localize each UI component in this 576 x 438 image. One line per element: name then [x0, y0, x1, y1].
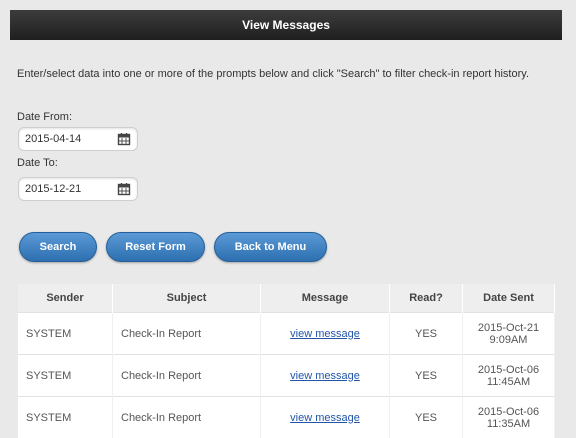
date-to-label: Date To: — [17, 157, 58, 169]
date-sent-date: 2015-Oct-21 — [478, 322, 539, 334]
date-sent-time: 11:35AM — [487, 418, 530, 430]
date-from-field[interactable]: 2015-04-14 — [18, 127, 138, 151]
view-message-link[interactable]: view message — [290, 412, 360, 424]
date-sent-time: 11:45AM — [487, 376, 530, 388]
message-cell: view message — [261, 355, 390, 397]
date-sent-cell: 2015-Oct-0611:45AM — [463, 355, 555, 397]
message-cell: view message — [261, 313, 390, 355]
date-from-label: Date From: — [17, 111, 72, 123]
read-cell: YES — [390, 397, 463, 438]
message-cell: view message — [261, 397, 390, 438]
table-row: SYSTEM Check-In Report view message YES … — [18, 355, 555, 397]
reset-form-button[interactable]: Reset Form — [106, 232, 205, 262]
view-message-link[interactable]: view message — [290, 370, 360, 382]
calendar-icon[interactable] — [117, 182, 131, 196]
column-header-message: Message — [261, 284, 390, 313]
date-sent-cell: 2015-Oct-219:09AM — [463, 313, 555, 355]
page-title: View Messages — [242, 18, 330, 32]
read-cell: YES — [390, 313, 463, 355]
subject-cell: Check-In Report — [113, 397, 261, 438]
column-header-subject: Subject — [113, 284, 261, 313]
table-row: SYSTEM Check-In Report view message YES … — [18, 397, 555, 438]
date-sent-time: 9:09AM — [490, 334, 528, 346]
column-header-date-sent: Date Sent — [463, 284, 555, 313]
table-row: SYSTEM Check-In Report view message YES … — [18, 313, 555, 355]
search-button[interactable]: Search — [19, 232, 97, 262]
column-header-sender: Sender — [18, 284, 113, 313]
subject-cell: Check-In Report — [113, 313, 261, 355]
sender-cell: SYSTEM — [18, 313, 113, 355]
sender-cell: SYSTEM — [18, 397, 113, 438]
read-cell: YES — [390, 355, 463, 397]
page-header: View Messages — [10, 10, 562, 40]
instructions-text: Enter/select data into one or more of th… — [17, 68, 562, 81]
calendar-icon[interactable] — [117, 132, 131, 146]
subject-cell: Check-In Report — [113, 355, 261, 397]
date-to-value: 2015-12-21 — [25, 183, 117, 195]
date-from-value: 2015-04-14 — [25, 133, 117, 145]
back-to-menu-button[interactable]: Back to Menu — [214, 232, 327, 262]
date-sent-date: 2015-Oct-06 — [478, 406, 539, 418]
messages-table: Sender Subject Message Read? Date Sent S… — [18, 284, 555, 438]
column-header-read: Read? — [390, 284, 463, 313]
date-sent-cell: 2015-Oct-0611:35AM — [463, 397, 555, 438]
table-header-row: Sender Subject Message Read? Date Sent — [18, 284, 555, 313]
date-to-field[interactable]: 2015-12-21 — [18, 177, 138, 201]
date-sent-date: 2015-Oct-06 — [478, 364, 539, 376]
view-message-link[interactable]: view message — [290, 328, 360, 340]
sender-cell: SYSTEM — [18, 355, 113, 397]
